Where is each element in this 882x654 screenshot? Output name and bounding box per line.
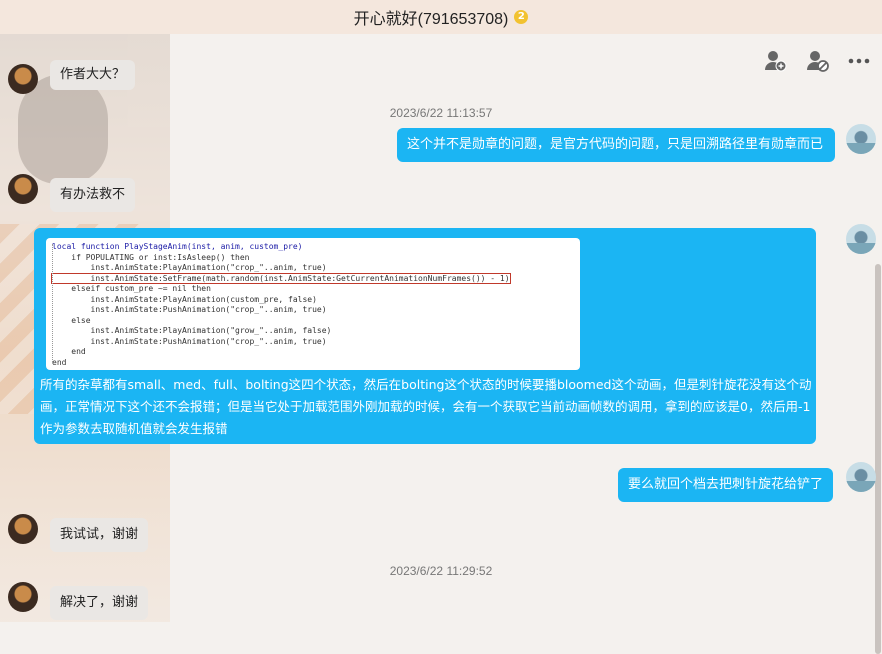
message-text: 这个并不是勋章的问题，是官方代码的问题，只是回溯路径里有勋章而已 [407,137,824,152]
message-text: 作者大大？ [60,67,126,82]
timestamp: 2023/6/22 11:29:52 [389,564,493,578]
my-avatar[interactable] [846,462,876,492]
my-avatar[interactable] [846,224,876,254]
add-friend-icon[interactable] [762,48,788,74]
code-block: local function PlayStageAnim(inst, anim,… [46,238,580,370]
friend-avatar[interactable] [8,64,38,94]
message-text: 有办法救不 [60,187,126,202]
code-line: inst.AnimState:PlayAnimation("grow_"..an… [52,326,332,335]
more-icon[interactable] [846,48,872,74]
message-bubble-friend[interactable]: 解决了，谢谢 [50,586,149,620]
code-line: inst.AnimState:PushAnimation("crop_"..an… [52,336,327,346]
message-bubble-me[interactable]: 要么就回个档去把刺针旋花给铲了 [618,468,834,502]
message-text: 我试试，谢谢 [60,527,139,542]
message-text: 解决了，谢谢 [60,595,139,610]
message-bubble-friend[interactable]: 我试试，谢谢 [50,518,149,552]
friend-avatar[interactable] [8,582,38,612]
code-line-highlighted: inst.AnimState:SetFrame(math.random(inst… [51,272,511,284]
code-line: if POPULATING or inst:IsAsleep() then [52,252,250,262]
message-text-block: 所有的杂草都有small、med、full、bolting这四个状态，然后在bo… [34,374,832,446]
code-line: inst.AnimState:PlayAnimation("crop_"..an… [52,263,327,272]
code-line: elseif custom_pre ~= nil then [52,284,211,293]
message-text: 所有的杂草都有small、med、full、bolting这四个状态，然后在bo… [40,377,812,436]
chat-toolbar [762,48,872,74]
message-bubble-me[interactable]: 这个并不是勋章的问题，是官方代码的问题，只是回溯路径里有勋章而已 [397,128,835,162]
code-line: local function PlayStageAnim(inst, anim,… [52,242,303,251]
title-bar: 开心就好(791653708) 2 [0,0,882,34]
chat-title: 开心就好(791653708) [353,11,509,28]
message-bubble-friend[interactable]: 作者大大？ [50,60,136,90]
chat-scrollbar[interactable] [874,34,882,654]
friend-avatar[interactable] [8,514,38,544]
message-text: 要么就回个档去把刺针旋花给铲了 [628,477,824,492]
code-line: inst.AnimState:PushAnimation("crop_"..an… [52,305,327,314]
my-avatar[interactable] [846,124,876,154]
timestamp: 2023/6/22 11:13:57 [389,106,493,120]
code-line: inst.AnimState:PlayAnimation(custom_pre,… [52,294,317,304]
scrollbar-thumb[interactable] [875,264,881,654]
friend-avatar[interactable] [8,174,38,204]
block-user-icon[interactable] [804,48,830,74]
code-fold-gutter [52,244,61,362]
message-bubble-friend[interactable]: 有办法救不 [50,178,136,212]
level-badge-icon: 2 [514,10,529,24]
code-screenshot-image[interactable]: local function PlayStageAnim(inst, anim,… [46,238,580,370]
